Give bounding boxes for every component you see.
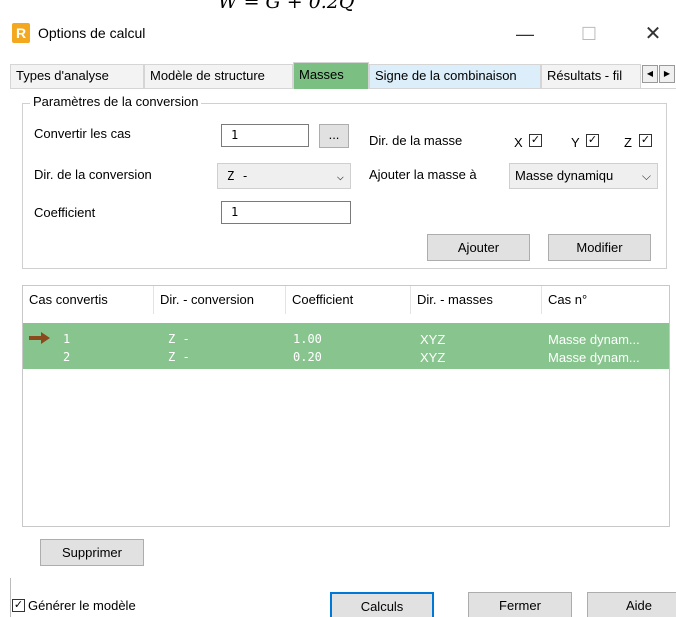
tab-scroll-left-icon[interactable]: ◀ xyxy=(642,65,658,83)
cell-case: 1 xyxy=(63,332,71,346)
conversion-direction-select[interactable]: Z - ⌵ xyxy=(217,163,351,189)
calculations-button[interactable]: Calculs xyxy=(330,592,434,617)
column-header-cas-no[interactable]: Cas n° xyxy=(542,286,669,314)
title-bar: R Options de calcul — ☐ ✕ xyxy=(0,14,676,54)
table-row[interactable]: 1 Z - 1.00 XYZ Masse dynam... xyxy=(23,330,669,348)
cell-case-no: Masse dynam... xyxy=(548,350,640,365)
tab-modele-structure[interactable]: Modèle de structure xyxy=(144,64,293,88)
tab-strip: Types d'analyse Modèle de structure Mass… xyxy=(10,62,676,89)
convert-cases-label: Convertir les cas xyxy=(34,126,131,141)
modify-button[interactable]: Modifier xyxy=(548,234,651,261)
generate-model-checkbox[interactable]: ✓ xyxy=(12,599,25,612)
chevron-down-icon: ⌵ xyxy=(641,169,651,183)
tab-resultats[interactable]: Résultats - fil xyxy=(541,64,641,88)
z-label: Z xyxy=(624,135,632,150)
current-row-arrow-icon xyxy=(29,332,50,344)
x-checkbox[interactable]: ✓ xyxy=(529,134,542,147)
groupbox-title: Paramètres de la conversion xyxy=(30,94,202,109)
help-button[interactable]: Aide xyxy=(587,592,676,617)
x-label: X xyxy=(514,135,523,150)
cell-dir: Z - xyxy=(168,332,190,346)
cell-mass-dir: XYZ xyxy=(420,350,446,365)
chevron-down-icon: ⌵ xyxy=(336,169,344,183)
y-checkbox[interactable]: ✓ xyxy=(586,134,599,147)
delete-button[interactable]: Supprimer xyxy=(40,539,144,566)
app-icon: R xyxy=(12,23,30,43)
browse-cases-button[interactable]: ... xyxy=(319,124,349,148)
generate-model-label: Générer le modèle xyxy=(28,598,136,613)
column-header-coefficient[interactable]: Coefficient xyxy=(286,286,411,314)
formula-text: W = G + 0.2Q xyxy=(218,0,355,13)
tab-masses[interactable]: Masses xyxy=(293,62,369,89)
conversion-direction-label: Dir. de la conversion xyxy=(34,167,152,182)
close-button[interactable]: ✕ xyxy=(630,18,676,50)
cell-case-no: Masse dynam... xyxy=(548,332,640,347)
cell-coef: 0.20 xyxy=(293,350,322,364)
maximize-button[interactable]: ☐ xyxy=(566,18,612,50)
add-mass-select[interactable]: Masse dynamiqu ⌵ xyxy=(509,163,658,189)
coefficient-input[interactable]: 1 xyxy=(221,201,351,224)
y-label: Y xyxy=(571,135,580,150)
minimize-button[interactable]: — xyxy=(502,18,548,50)
coefficient-label: Coefficient xyxy=(34,205,96,220)
tab-signe-combinaison[interactable]: Signe de la combinaison xyxy=(369,64,541,88)
add-mass-value: Masse dynamiqu xyxy=(515,168,614,183)
column-header-dir-conversion[interactable]: Dir. - conversion xyxy=(154,286,286,314)
tab-types-analyse[interactable]: Types d'analyse xyxy=(10,64,144,88)
add-button[interactable]: Ajouter xyxy=(427,234,530,261)
cell-coef: 1.00 xyxy=(293,332,322,346)
mass-direction-label: Dir. de la masse xyxy=(369,133,463,148)
cell-mass-dir: XYZ xyxy=(420,332,446,347)
conversion-table[interactable]: Cas convertis Dir. - conversion Coeffici… xyxy=(22,285,670,527)
table-row[interactable]: 2 Z - 0.20 XYZ Masse dynam... xyxy=(23,348,669,366)
convert-cases-input[interactable]: 1 xyxy=(221,124,309,147)
column-header-cas-convertis[interactable]: Cas convertis xyxy=(23,286,154,314)
conversion-direction-value: Z - xyxy=(227,169,249,183)
add-mass-label: Ajouter la masse à xyxy=(369,167,477,182)
z-checkbox[interactable]: ✓ xyxy=(639,134,652,147)
column-header-dir-masses[interactable]: Dir. - masses xyxy=(411,286,542,314)
window-title: Options de calcul xyxy=(38,25,146,41)
tab-scroll-right-icon[interactable]: ▶ xyxy=(659,65,675,83)
close-dialog-button[interactable]: Fermer xyxy=(468,592,572,617)
divider xyxy=(10,578,11,617)
cell-dir: Z - xyxy=(168,350,190,364)
cell-case: 2 xyxy=(63,350,71,364)
